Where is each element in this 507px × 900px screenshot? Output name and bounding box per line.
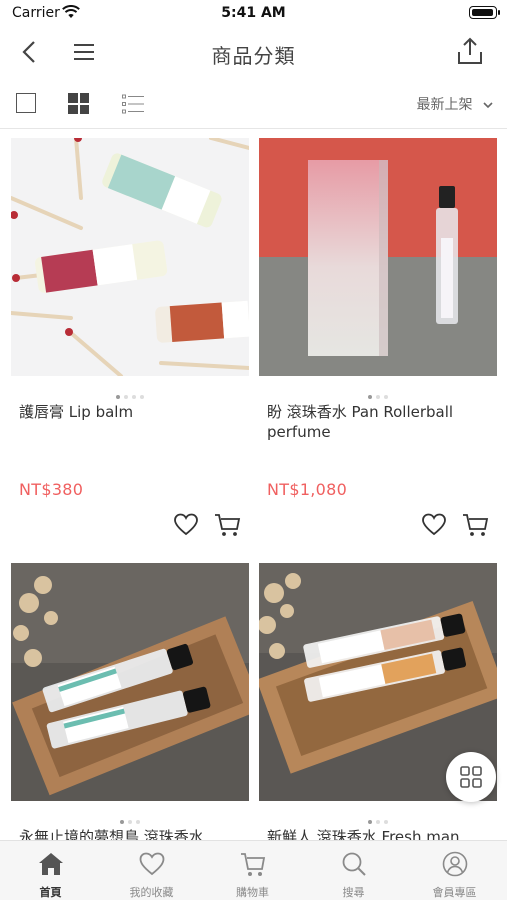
- floating-grid-button[interactable]: [446, 752, 496, 802]
- battery-icon: [469, 6, 500, 19]
- single-view-icon[interactable]: [16, 93, 36, 113]
- tab-cart[interactable]: 購物車: [202, 841, 303, 900]
- add-to-cart-icon[interactable]: [214, 512, 242, 538]
- product-image[interactable]: [11, 563, 249, 801]
- grid-view-icon[interactable]: [68, 93, 89, 114]
- product-name[interactable]: 盼 滾珠香水 Pan Rollerball perfume: [267, 402, 493, 442]
- grid-icon: [460, 766, 482, 788]
- tab-search[interactable]: 搜尋: [303, 841, 404, 900]
- user-icon: [442, 851, 468, 877]
- add-to-cart-icon[interactable]: [462, 512, 490, 538]
- heart-icon: [139, 852, 165, 876]
- navigation-bar: 商品分類: [0, 28, 507, 76]
- tab-member[interactable]: 會員專區: [404, 841, 505, 900]
- sort-label: 最新上架: [416, 97, 473, 113]
- tab-label: 搜尋: [342, 886, 365, 899]
- image-pager-dots: [11, 384, 249, 399]
- product-price: NT$1,080: [267, 480, 348, 499]
- tab-label: 購物車: [236, 886, 269, 899]
- product-price: NT$380: [19, 480, 84, 499]
- list-view-icon[interactable]: [122, 94, 144, 114]
- cart-icon: [241, 853, 266, 876]
- product-name[interactable]: 護唇膏 Lip balm: [19, 402, 245, 422]
- tab-label: 我的收藏: [129, 886, 174, 899]
- heart-icon[interactable]: [421, 512, 447, 538]
- heart-icon[interactable]: [173, 512, 199, 538]
- tab-favorites[interactable]: 我的收藏: [101, 841, 202, 900]
- tab-label: 首頁: [39, 886, 62, 899]
- chevron-down-icon: [483, 102, 493, 109]
- home-icon: [39, 853, 63, 875]
- image-pager-dots: [259, 384, 497, 399]
- tab-home[interactable]: 首頁: [0, 841, 101, 900]
- view-toolbar: 最新上架: [0, 84, 507, 122]
- page-title: 商品分類: [211, 44, 296, 68]
- image-pager-dots: [259, 809, 497, 824]
- product-image[interactable]: [259, 138, 497, 376]
- share-icon[interactable]: [455, 36, 485, 66]
- sort-dropdown[interactable]: 最新上架: [417, 94, 493, 114]
- search-icon: [342, 852, 366, 876]
- image-pager-dots: [11, 809, 249, 824]
- status-bar: Carrier 5:41 AM: [0, 0, 507, 28]
- product-image[interactable]: [11, 138, 249, 376]
- tab-label: 會員專區: [432, 886, 477, 899]
- divider: [0, 128, 507, 129]
- clock: 5:41 AM: [221, 5, 286, 21]
- bottom-tab-bar: 首頁 我的收藏 購物車 搜尋 會員專區: [0, 840, 507, 900]
